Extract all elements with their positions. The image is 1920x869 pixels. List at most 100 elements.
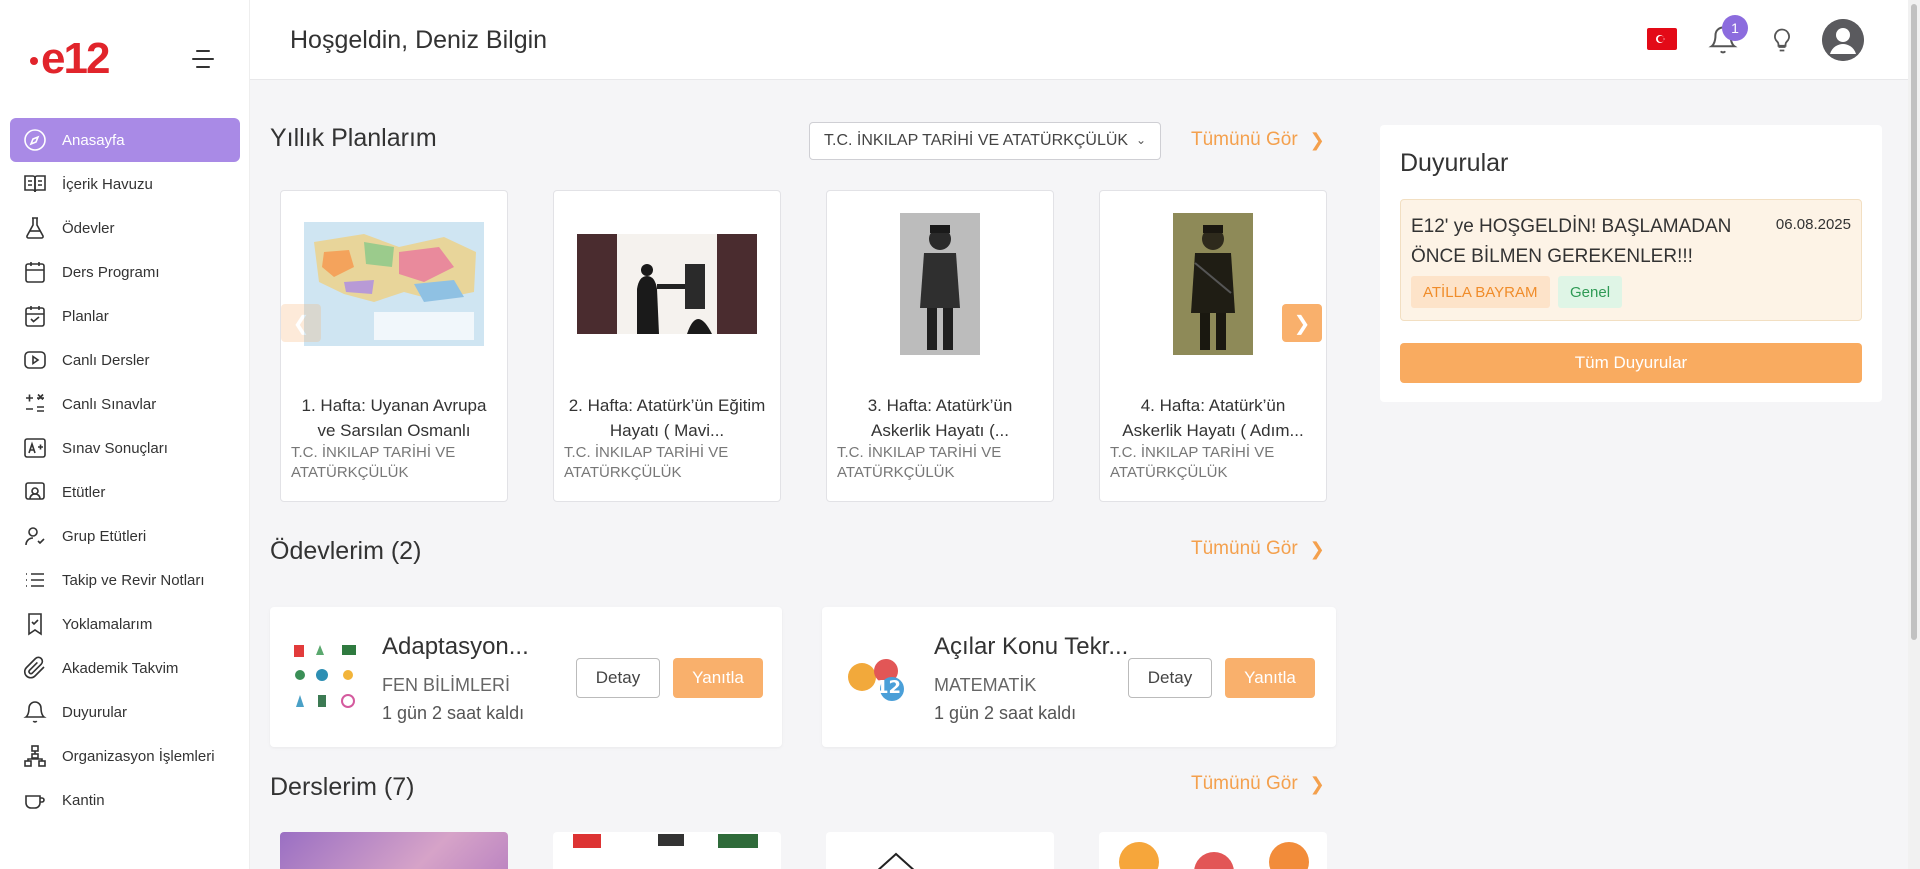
announcement-item[interactable]: E12' ye HOŞGELDİN! BAŞLAMADAN ÖNCE BİLME… (1400, 199, 1862, 321)
subject-select[interactable]: T.C. İNKILAP TARİHİ VE ATATÜRKÇÜLÜK ⌄ (809, 122, 1161, 160)
course-image-kids (1099, 832, 1327, 869)
see-all-label: Tümünü Gör (1191, 129, 1298, 150)
plan-subject: T.C. İNKILAP TARİHİ VE ATATÜRKÇÜLÜK (291, 444, 456, 481)
compass-icon (22, 127, 48, 153)
greeting-text: Hoşgeldin, Deniz Bilgin (290, 26, 548, 54)
paperclip-icon (22, 655, 48, 681)
e12-logo[interactable]: e12 (30, 34, 110, 84)
see-all-label: Tümünü Gör (1191, 538, 1298, 559)
bell-icon (22, 699, 48, 725)
sidebar-item-ders-programi[interactable]: Ders Programı (10, 250, 240, 294)
course-card[interactable] (826, 832, 1054, 869)
chevron-right-icon: ❯ (1309, 538, 1325, 559)
sidebar-item-yoklamalarim[interactable]: Yoklamalarım (10, 602, 240, 646)
course-image-science (553, 832, 781, 869)
sidebar-item-kantin[interactable]: Kantin (10, 778, 240, 822)
sidebar-item-icerik-havuzu[interactable]: İçerik Havuzu (10, 162, 240, 206)
plan-title: 1. Hafta: Uyanan Avrupa ve Sarsılan Osma… (301, 396, 487, 440)
plan-card[interactable]: 1. Hafta: Uyanan Avrupa ve Sarsılan Osma… (280, 190, 508, 502)
homework-card: 12 Açılar Konu Tekr... MATEMATİK 1 gün 2… (822, 607, 1336, 747)
plan-title: 2. Hafta: Atatürk’ün Eğitim Hayatı ( Mav… (568, 396, 766, 440)
scrollbar-thumb[interactable] (1911, 4, 1917, 640)
plan-title: 4. Hafta: Atatürk’ün Askerlik Hayatı ( A… (1122, 396, 1304, 440)
sidebar-item-label: Takip ve Revir Notları (62, 571, 205, 589)
calendar-icon (22, 259, 48, 285)
sidebar-item-label: Canlı Dersler (62, 351, 150, 369)
courses-see-all-link[interactable]: Tümünü Gör ❯ (1191, 773, 1325, 795)
homework-see-all-link[interactable]: Tümünü Gör ❯ (1191, 538, 1325, 560)
user-avatar[interactable] (1822, 19, 1864, 61)
carousel-prev-button[interactable]: ❮ (281, 304, 321, 342)
org-chart-icon (22, 743, 48, 769)
course-card[interactable] (1099, 832, 1327, 869)
homework-title: Açılar Konu Tekr... (934, 633, 1129, 660)
plan-card[interactable]: 2. Hafta: Atatürk’ün Eğitim Hayatı ( Mav… (553, 190, 781, 502)
sidebar-item-odevler[interactable]: Ödevler (10, 206, 240, 250)
sidebar-item-organizasyon[interactable]: Organizasyon İşlemleri (10, 734, 240, 778)
lightbulb-icon[interactable] (1768, 24, 1796, 56)
announcements-title: Duyurular (1400, 149, 1509, 177)
page-scrollbar[interactable] (1908, 0, 1920, 869)
sidebar-item-anasayfa[interactable]: Anasayfa (10, 118, 240, 162)
plan-card[interactable]: 3. Hafta: Atatürk’ün Askerlik Hayatı (..… (826, 190, 1054, 502)
chevron-down-icon: ⌄ (1135, 133, 1146, 147)
sidebar: e12 Anasayfa İçerik Havuzu Ödevler Ders … (0, 0, 250, 869)
course-card[interactable] (280, 832, 508, 869)
svg-text:12: 12 (876, 677, 901, 698)
courses-section-title: Derslerim (7) (270, 773, 415, 801)
sidebar-item-label: Yoklamalarım (62, 615, 153, 633)
subject-select-value: T.C. İNKILAP TARİHİ VE ATATÜRKÇÜLÜK (824, 132, 1129, 149)
homework-subject: FEN BİLİMLERİ (382, 675, 511, 695)
sidebar-item-sinav-sonuclari[interactable]: Sınav Sonuçları (10, 426, 240, 470)
top-header: Hoşgeldin, Deniz Bilgin 1 (250, 0, 1920, 80)
reply-button[interactable]: Yanıtla (673, 658, 763, 698)
homework-remaining-time: 1 gün 2 saat kaldı (934, 703, 1077, 723)
carousel-next-button[interactable]: ❯ (1282, 304, 1322, 342)
announcement-category-tag: Genel (1558, 276, 1623, 308)
sidebar-menu: Anasayfa İçerik Havuzu Ödevler Ders Prog… (10, 118, 240, 822)
course-image-religion (280, 832, 508, 869)
sidebar-item-grup-etutleri[interactable]: Grup Etütleri (10, 514, 240, 558)
flask-icon (22, 215, 48, 241)
homework-title: Adaptasyon... (382, 633, 529, 660)
plans-see-all-link[interactable]: Tümünü Gör ❯ (1191, 129, 1325, 151)
detail-button[interactable]: Detay (576, 658, 660, 698)
sidebar-item-label: Ödevler (62, 219, 115, 237)
sidebar-item-etutler[interactable]: Etütler (10, 470, 240, 514)
course-card[interactable] (553, 832, 781, 869)
group-user-icon (22, 523, 48, 549)
sidebar-item-canli-dersler[interactable]: Canlı Dersler (10, 338, 240, 382)
sidebar-item-canli-sinavlar[interactable]: Canlı Sınavlar (10, 382, 240, 426)
sidebar-item-label: Planlar (62, 307, 109, 325)
plan-subject: T.C. İNKILAP TARİHİ VE ATATÜRKÇÜLÜK (564, 444, 729, 481)
bookmark-check-icon (22, 611, 48, 637)
calendar-check-icon (22, 303, 48, 329)
plan-image-soldier-bw (827, 209, 1053, 359)
sidebar-item-label: Organizasyon İşlemleri (62, 747, 215, 765)
sidebar-item-label: Duyurular (62, 703, 128, 721)
all-announcements-button[interactable]: Tüm Duyurular (1400, 343, 1862, 383)
plan-subject: T.C. İNKILAP TARİHİ VE ATATÜRKÇÜLÜK (837, 444, 1002, 481)
announcement-author-tag: ATİLLA BAYRAM (1411, 276, 1550, 308)
plan-card[interactable]: 4. Hafta: Atatürk’ün Askerlik Hayatı ( A… (1099, 190, 1327, 502)
play-icon (22, 347, 48, 373)
detail-button[interactable]: Detay (1128, 658, 1212, 698)
turkish-flag-icon[interactable] (1647, 28, 1677, 50)
sidebar-item-akademik-takvim[interactable]: Akademik Takvim (10, 646, 240, 690)
plans-section-title: Yıllık Planlarım (270, 124, 437, 152)
sidebar-item-label: Grup Etütleri (62, 527, 147, 545)
sidebar-item-duyurular[interactable]: Duyurular (10, 690, 240, 734)
sidebar-item-label: İçerik Havuzu (62, 175, 153, 193)
sidebar-item-label: Canlı Sınavlar (62, 395, 157, 413)
sidebar-item-label: Kantin (62, 791, 105, 809)
notification-badge: 1 (1722, 15, 1748, 41)
announcement-text: E12' ye HOŞGELDİN! BAŞLAMADAN ÖNCE BİLME… (1411, 216, 1732, 267)
sidebar-item-planlar[interactable]: Planlar (10, 294, 240, 338)
menu-collapse-icon[interactable] (192, 48, 216, 70)
homework-card: Adaptasyon... FEN BİLİMLERİ 1 gün 2 saat… (270, 607, 782, 747)
reply-button[interactable]: Yanıtla (1225, 658, 1315, 698)
sidebar-item-label: Etütler (62, 483, 106, 501)
see-all-label: Tümünü Gör (1191, 773, 1298, 794)
sidebar-item-label: Sınav Sonuçları (62, 439, 168, 457)
sidebar-item-takip-revir[interactable]: Takip ve Revir Notları (10, 558, 240, 602)
